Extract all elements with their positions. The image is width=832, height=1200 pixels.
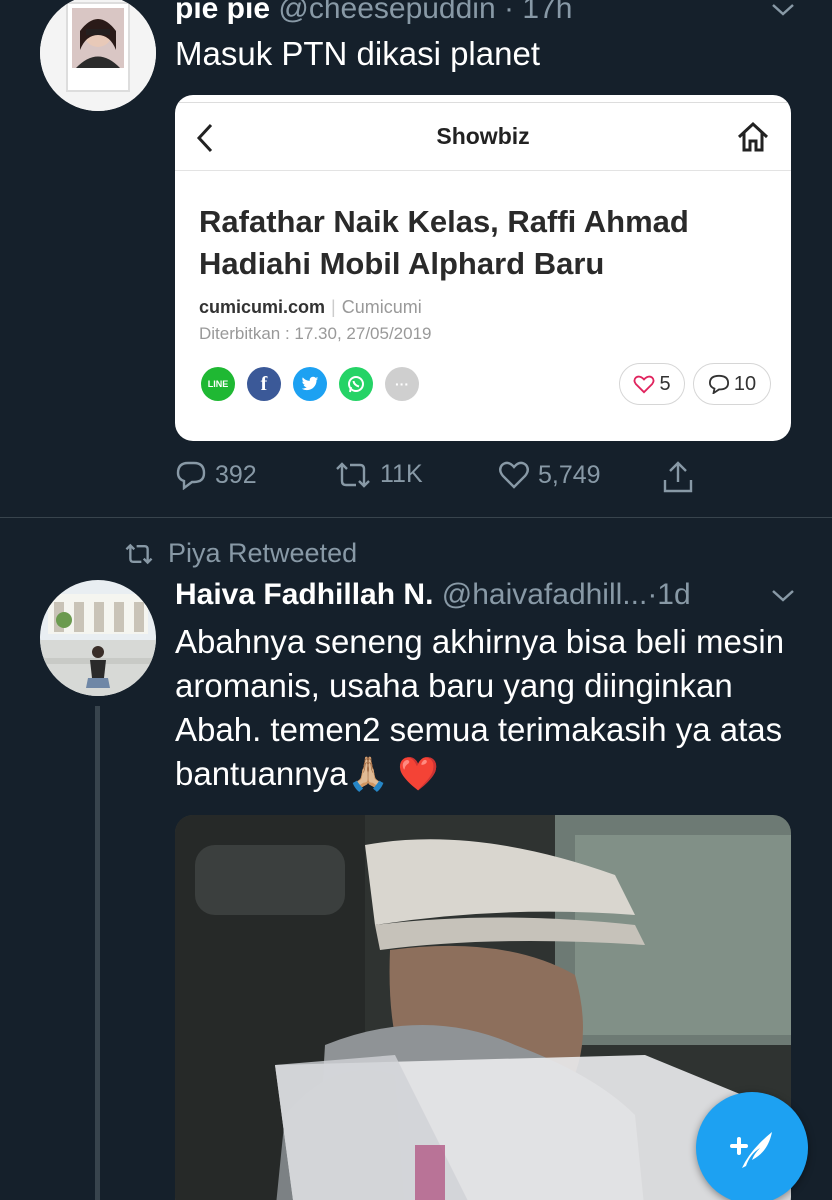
source-brand: Cumicumi (341, 297, 422, 317)
more-icon-label: ··· (395, 376, 409, 392)
article-comment-count: 10 (693, 363, 771, 405)
retweet-count: 11K (380, 460, 423, 488)
reply-button[interactable]: 392 (175, 460, 257, 490)
share-button[interactable] (662, 460, 694, 494)
source-separator: | (331, 297, 336, 317)
social-context[interactable]: Piya Retweeted (124, 538, 357, 569)
line-icon-label: LINE (207, 379, 229, 389)
heart-icon (499, 461, 529, 489)
chevron-down-icon[interactable] (770, 2, 796, 18)
card-divider (175, 170, 791, 171)
timestamp[interactable]: ·1d (647, 578, 690, 611)
tweet-1[interactable]: pie pie @cheesepuddin · 17h Masuk PTN di… (0, 0, 832, 517)
status-bar-fragment (175, 95, 791, 103)
facebook-icon-label: f (260, 372, 268, 395)
twitter-icon (293, 367, 327, 401)
article-likes-value: 5 (659, 372, 671, 395)
tweet-text: Masuk PTN dikasi planet (175, 35, 540, 72)
source-site: cumicumi.com (199, 297, 326, 317)
retweet-button[interactable]: 11K (334, 460, 423, 489)
compose-tweet-icon (730, 1132, 772, 1168)
reply-icon (176, 461, 206, 490)
timestamp[interactable]: · 17h (504, 0, 572, 25)
display-name[interactable]: pie pie (175, 0, 270, 25)
heart-icon (633, 375, 655, 394)
like-count: 5,749 (538, 460, 601, 489)
card-section-title: Showbiz (436, 123, 530, 149)
chevron-down-icon[interactable] (770, 588, 796, 604)
share-icon (663, 461, 693, 493)
thread-line (95, 706, 100, 1200)
tweet-text: Abahnya seneng akhirnya bisa beli mesin … (175, 623, 785, 792)
compose-tweet-button[interactable] (696, 1092, 808, 1200)
line-icon: LINE (201, 367, 235, 401)
facebook-icon: f (247, 367, 281, 401)
article-comments-value: 10 (733, 372, 757, 395)
retweet-icon (125, 543, 153, 564)
like-button[interactable]: 5,749 (498, 460, 601, 490)
retweeted-by: Piya Retweeted (168, 538, 358, 568)
article-like-count: 5 (619, 363, 685, 405)
avatar[interactable] (40, 0, 156, 111)
username[interactable]: @cheesepuddin (278, 0, 495, 25)
home-icon (737, 121, 769, 152)
article-headline: Rafathar Naik Kelas, Raffi Ahmad Hadiahi… (199, 204, 689, 281)
retweet-icon (336, 461, 370, 488)
avatar[interactable] (40, 580, 156, 696)
publish-date: Diterbitkan : 17.30, 27/05/2019 (199, 324, 432, 343)
whatsapp-icon (339, 367, 373, 401)
comment-icon (708, 374, 729, 394)
tweet-header: Haiva Fadhillah N. @haivafadhill...·1d (175, 580, 691, 610)
article-source: cumicumi.com | Cumicumi (199, 297, 422, 318)
more-icon: ··· (385, 367, 419, 401)
tweet-header: pie pie @cheesepuddin · 17h (175, 0, 572, 24)
reply-count: 392 (215, 460, 257, 489)
link-card[interactable]: Showbiz Rafathar Naik Kelas, Raffi Ahmad… (175, 95, 791, 441)
display-name[interactable]: Haiva Fadhillah N. (175, 578, 433, 611)
username[interactable]: @haivafadhill... (442, 578, 648, 611)
